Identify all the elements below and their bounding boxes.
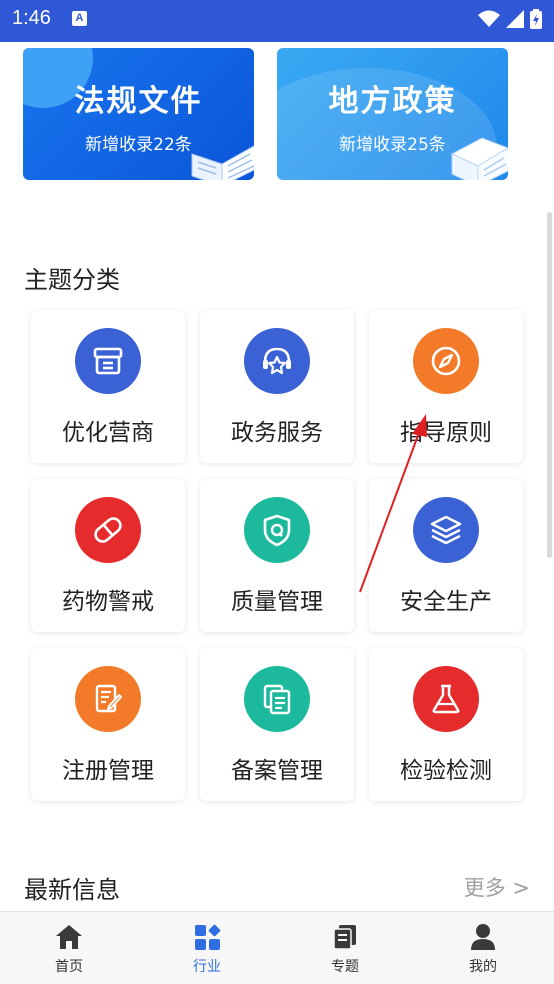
- tab-label: 行业: [193, 959, 221, 975]
- battery-icon: [530, 9, 542, 29]
- category-inspection-testing[interactable]: 检验检测: [369, 648, 523, 801]
- grid-apps-icon: [195, 924, 221, 950]
- category-label: 药物警戒: [62, 589, 154, 615]
- more-link[interactable]: 更多 >: [464, 872, 530, 902]
- archive-box-icon: [75, 328, 141, 394]
- tab-topics[interactable]: 专题: [276, 912, 414, 984]
- person-icon: [471, 924, 495, 950]
- category-label: 备案管理: [231, 758, 323, 784]
- category-label: 注册管理: [62, 758, 154, 784]
- category-quality-management[interactable]: 质量管理: [200, 479, 354, 632]
- notification-app-icon: A: [72, 11, 87, 26]
- status-time: 1:46: [12, 7, 51, 29]
- category-pharmacovigilance[interactable]: 药物警戒: [31, 479, 185, 632]
- pill-icon: [75, 497, 141, 563]
- tab-home[interactable]: 首页: [0, 912, 138, 984]
- category-label: 检验检测: [400, 758, 492, 784]
- topics-stack-icon: [333, 925, 356, 950]
- category-government-services[interactable]: 政务服务: [200, 310, 354, 463]
- banner-regulations[interactable]: 法规文件 新增收录22条: [23, 48, 254, 180]
- flask-icon: [413, 666, 479, 732]
- status-bar: 1:46 A: [0, 0, 554, 42]
- headset-star-icon: [244, 328, 310, 394]
- banner-title: 地方政策: [328, 84, 457, 119]
- copy-document-icon: [244, 666, 310, 732]
- category-registration-management[interactable]: 注册管理: [31, 648, 185, 801]
- category-label: 政务服务: [231, 420, 323, 446]
- compass-icon: [413, 328, 479, 394]
- banner-local-policy[interactable]: 地方政策 新增收录25条: [277, 48, 508, 180]
- category-label: 质量管理: [231, 589, 323, 615]
- category-guiding-principles[interactable]: 指导原则: [369, 310, 523, 463]
- banner-title: 法规文件: [74, 84, 203, 119]
- layers-icon: [413, 497, 479, 563]
- tab-label: 我的: [469, 959, 497, 975]
- bottom-tab-bar: 首页 行业 专题 我的: [0, 911, 554, 984]
- category-label: 指导原则: [400, 420, 492, 446]
- category-filing-management[interactable]: 备案管理: [200, 648, 354, 801]
- category-optimize-business[interactable]: 优化营商: [31, 310, 185, 463]
- wifi-icon: [478, 10, 500, 27]
- tab-label: 专题: [331, 959, 359, 975]
- open-book-icon: [191, 145, 254, 180]
- section-title-themes: 主题分类: [24, 266, 120, 294]
- open-book-icon: [450, 137, 508, 180]
- tab-mine[interactable]: 我的: [414, 912, 552, 984]
- section-title-news: 最新信息: [24, 876, 120, 904]
- category-safety-production[interactable]: 安全生产: [369, 479, 523, 632]
- home-icon: [56, 925, 82, 949]
- tab-label: 首页: [55, 959, 83, 975]
- shield-q-icon: [244, 497, 310, 563]
- category-label: 安全生产: [400, 589, 492, 615]
- signal-icon: [506, 10, 524, 28]
- category-label: 优化营商: [62, 420, 154, 446]
- tab-industry[interactable]: 行业: [138, 912, 276, 984]
- document-edit-icon: [75, 666, 141, 732]
- scrollbar[interactable]: [547, 212, 552, 558]
- status-icons: [478, 9, 542, 29]
